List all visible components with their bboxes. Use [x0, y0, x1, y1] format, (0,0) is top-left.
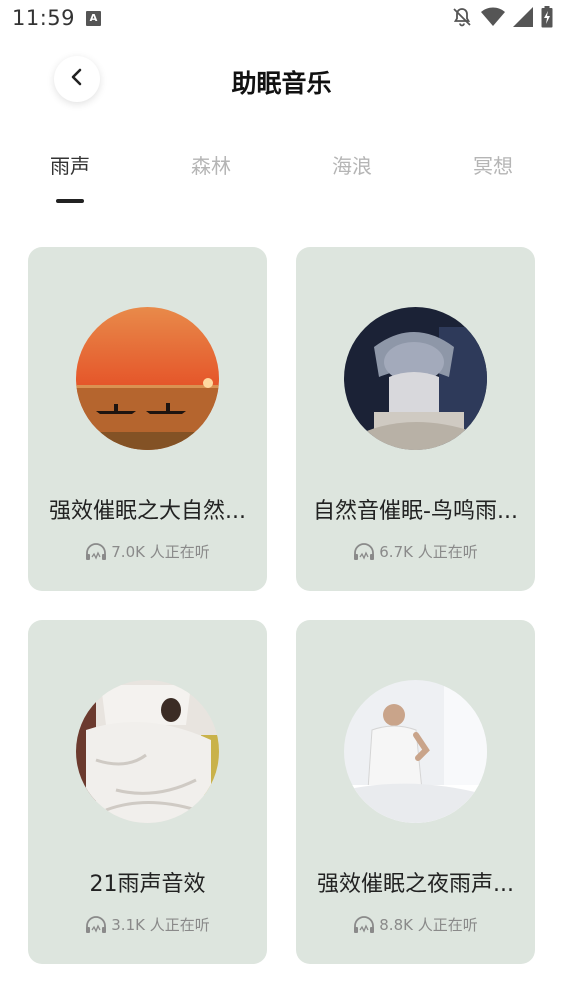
card-cover-image [76, 307, 219, 450]
card-listeners: 3.1K 人正在听 [28, 914, 267, 935]
headphone-icon [85, 542, 107, 561]
card-title: 21雨声音效 [89, 872, 206, 897]
music-card[interactable]: 21雨声音效 3.1K 人正在听 [28, 620, 267, 964]
active-tab-indicator [56, 199, 84, 203]
listener-count: 6.7K 人正在听 [379, 543, 478, 561]
music-card[interactable]: 强效催眠之夜雨声... 8.8K 人正在听 [296, 620, 535, 964]
status-icons [451, 6, 553, 32]
card-listeners: 7.0K 人正在听 [28, 541, 267, 562]
input-indicator-icon: A [86, 11, 101, 26]
headphone-icon [353, 915, 375, 934]
music-card[interactable]: 自然音催眠-鸟鸣雨... 6.7K 人正在听 [296, 247, 535, 591]
card-cover-image [76, 680, 219, 823]
card-title: 自然音催眠-鸟鸣雨... [313, 499, 518, 524]
listener-count: 3.1K 人正在听 [111, 916, 210, 934]
status-bar: 11:59 A [0, 0, 563, 38]
tab-meditation[interactable]: 冥想 [453, 150, 533, 179]
tab-waves[interactable]: 海浪 [312, 150, 392, 179]
card-listeners: 6.7K 人正在听 [296, 541, 535, 562]
page-title: 助眠音乐 [231, 69, 332, 98]
battery-charging-icon [541, 6, 553, 32]
card-listeners: 8.8K 人正在听 [296, 914, 535, 935]
wifi-icon [481, 7, 505, 31]
tab-forest[interactable]: 森林 [171, 150, 251, 179]
music-card[interactable]: 强效催眠之大自然... 7.0K 人正在听 [28, 247, 267, 591]
headphone-icon [85, 915, 107, 934]
status-time: 11:59 [12, 6, 76, 30]
tab-rain[interactable]: 雨声 [30, 150, 110, 179]
listener-count: 8.8K 人正在听 [379, 916, 478, 934]
bell-off-icon [451, 6, 473, 32]
category-tabs: 雨声 森林 海浪 冥想 [0, 150, 563, 210]
listener-count: 7.0K 人正在听 [111, 543, 210, 561]
card-title: 强效催眠之夜雨声... [317, 872, 514, 897]
card-cover-image [344, 680, 487, 823]
signal-icon [513, 7, 533, 31]
card-cover-image [344, 307, 487, 450]
card-title: 强效催眠之大自然... [49, 499, 246, 524]
header: 助眠音乐 [0, 50, 563, 112]
headphone-icon [353, 542, 375, 561]
